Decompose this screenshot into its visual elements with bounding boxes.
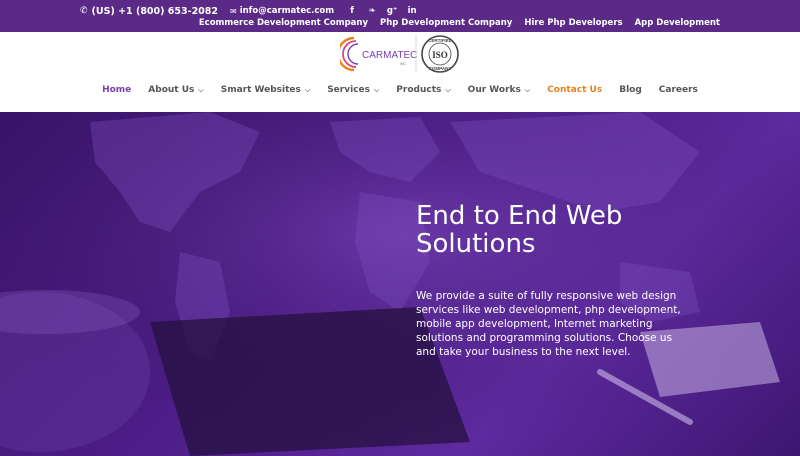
chevron-down-icon: ⌵ xyxy=(373,85,380,94)
contact-info: ✆ (US) +1 (800) 653-2082 ✉ info@carmatec… xyxy=(80,5,422,17)
hero-background-image xyxy=(0,112,800,456)
phone-number[interactable]: (US) +1 (800) 653-2082 xyxy=(92,6,218,17)
nav-item-label: Contact Us xyxy=(547,85,603,95)
nav-item-about-us[interactable]: About Us ⌵ xyxy=(148,85,203,95)
nav-item-label: Home xyxy=(102,85,132,95)
nav-item-services[interactable]: Services ⌵ xyxy=(327,85,379,95)
top-bar: ✆ (US) +1 (800) 653-2082 ✉ info@carmatec… xyxy=(0,0,800,32)
phone-icon: ✆ xyxy=(80,6,88,16)
google-plus-icon[interactable]: g⁺ xyxy=(382,6,402,16)
iso-badge: CERTIFIED ISO COMPANY xyxy=(421,35,459,73)
logo-suffix: INC xyxy=(400,62,407,66)
top-link[interactable]: Ecommerce Development Company xyxy=(199,18,368,28)
nav-item-home[interactable]: Home xyxy=(102,85,131,95)
chevron-down-icon: ⌵ xyxy=(445,85,451,94)
nav-item-label: Services xyxy=(327,85,370,95)
site-header: CARMATEC INC CERTIFIED ISO COMPANY Home A… xyxy=(0,32,800,112)
twitter-icon[interactable]: ❧ xyxy=(362,6,382,16)
email-address[interactable]: info@carmatec.com xyxy=(240,6,334,16)
facebook-icon[interactable]: f xyxy=(342,6,362,16)
svg-text:ISO: ISO xyxy=(432,50,448,60)
top-links: Ecommerce Development Company Php Develop… xyxy=(187,18,720,28)
nav-item-smart-websites[interactable]: Smart Websites ⌵ xyxy=(221,85,310,95)
hero-title: End to End Web Solutions xyxy=(416,201,623,259)
envelope-icon: ✉ xyxy=(230,6,237,16)
top-link[interactable]: App Development xyxy=(635,18,720,28)
svg-text:CERTIFIED: CERTIFIED xyxy=(428,38,453,43)
nav-item-contact-us[interactable]: Contact Us xyxy=(547,85,602,95)
hero-description: We provide a suite of fully responsive w… xyxy=(416,290,681,358)
carmatec-logo[interactable]: CARMATEC INC CERTIFIED ISO COMPANY xyxy=(340,34,462,74)
top-link[interactable]: Php Development Company xyxy=(380,18,512,28)
email-link[interactable]: ✉ info@carmatec.com xyxy=(230,6,334,16)
chevron-down-icon: ⌵ xyxy=(198,85,204,94)
top-link[interactable]: Hire Php Developers xyxy=(524,18,622,28)
nav-item-label: About Us xyxy=(148,85,195,95)
nav-item-products[interactable]: Products ⌵ xyxy=(396,85,450,95)
linkedin-icon[interactable]: in xyxy=(402,6,422,16)
nav-item-label: Smart Websites xyxy=(220,85,301,95)
nav-item-label: Products xyxy=(396,85,442,95)
social-links: f ❧ g⁺ in xyxy=(342,6,422,16)
nav-item-label: Blog xyxy=(619,85,642,95)
chevron-down-icon: ⌵ xyxy=(524,85,531,94)
nav-item-careers[interactable]: Careers xyxy=(659,85,698,95)
hero-banner: End to End Web Solutions We provide a su… xyxy=(0,112,800,456)
nav-item-blog[interactable]: Blog xyxy=(619,85,642,95)
nav-item-label: Our Works xyxy=(467,85,521,95)
svg-text:COMPANY: COMPANY xyxy=(429,66,452,71)
chevron-down-icon: ⌵ xyxy=(304,85,311,94)
nav-item-our-works[interactable]: Our Works ⌵ xyxy=(468,85,531,95)
nav-item-label: Careers xyxy=(658,85,698,95)
main-nav: Home About Us ⌵ Smart Websites ⌵ Services ⌵ Pro… xyxy=(0,85,800,95)
logo-brand-text: CARMATEC xyxy=(362,50,417,61)
